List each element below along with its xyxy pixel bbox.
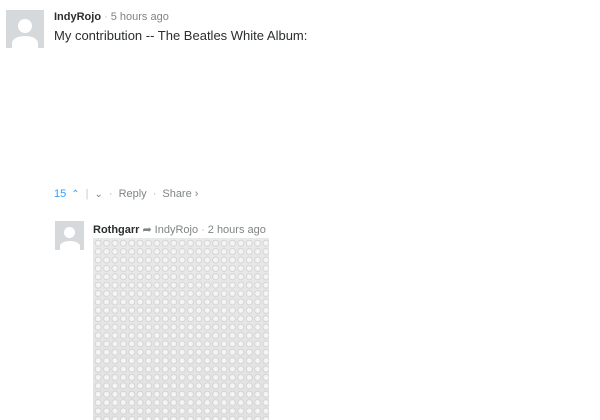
lego-brick-image (93, 238, 269, 420)
chevron-up-icon[interactable]: ⌃ (71, 189, 79, 200)
share-button[interactable]: Share › (162, 188, 198, 200)
upvote-count: 15 (54, 188, 67, 200)
chevron-down-icon[interactable]: ⌄ (95, 189, 103, 200)
reply-parent-link[interactable]: IndyRojo (155, 224, 198, 236)
meta-separator: · (201, 224, 205, 236)
comment-meta: IndyRojo · 5 hours ago (54, 11, 169, 23)
reply-button[interactable]: Reply (119, 188, 147, 200)
reply-meta: Rothgarr ➦ IndyRojo · 2 hours ago (93, 223, 266, 236)
avatar-head-shape (64, 227, 75, 238)
comment-text: My contribution -- The Beatles White Alb… (54, 28, 308, 43)
avatar-body-shape (12, 36, 38, 48)
reply-time[interactable]: 2 hours ago (208, 224, 266, 236)
vote-divider: | (85, 188, 89, 200)
action-separator: · (152, 188, 157, 200)
avatar-body-shape (59, 241, 80, 250)
avatar-head-shape (18, 19, 32, 33)
meta-separator: · (104, 11, 108, 23)
reply-arrow-icon: ➦ (142, 224, 152, 236)
avatar[interactable] (6, 10, 44, 48)
action-separator: · (108, 188, 113, 200)
comment-author[interactable]: IndyRojo (54, 11, 101, 23)
reply-author[interactable]: Rothgarr (93, 224, 139, 236)
reply-avatar[interactable] (55, 221, 84, 250)
comment-time[interactable]: 5 hours ago (111, 11, 169, 23)
comment-actions: 15 ⌃ | ⌄ · Reply · Share › (54, 188, 198, 200)
